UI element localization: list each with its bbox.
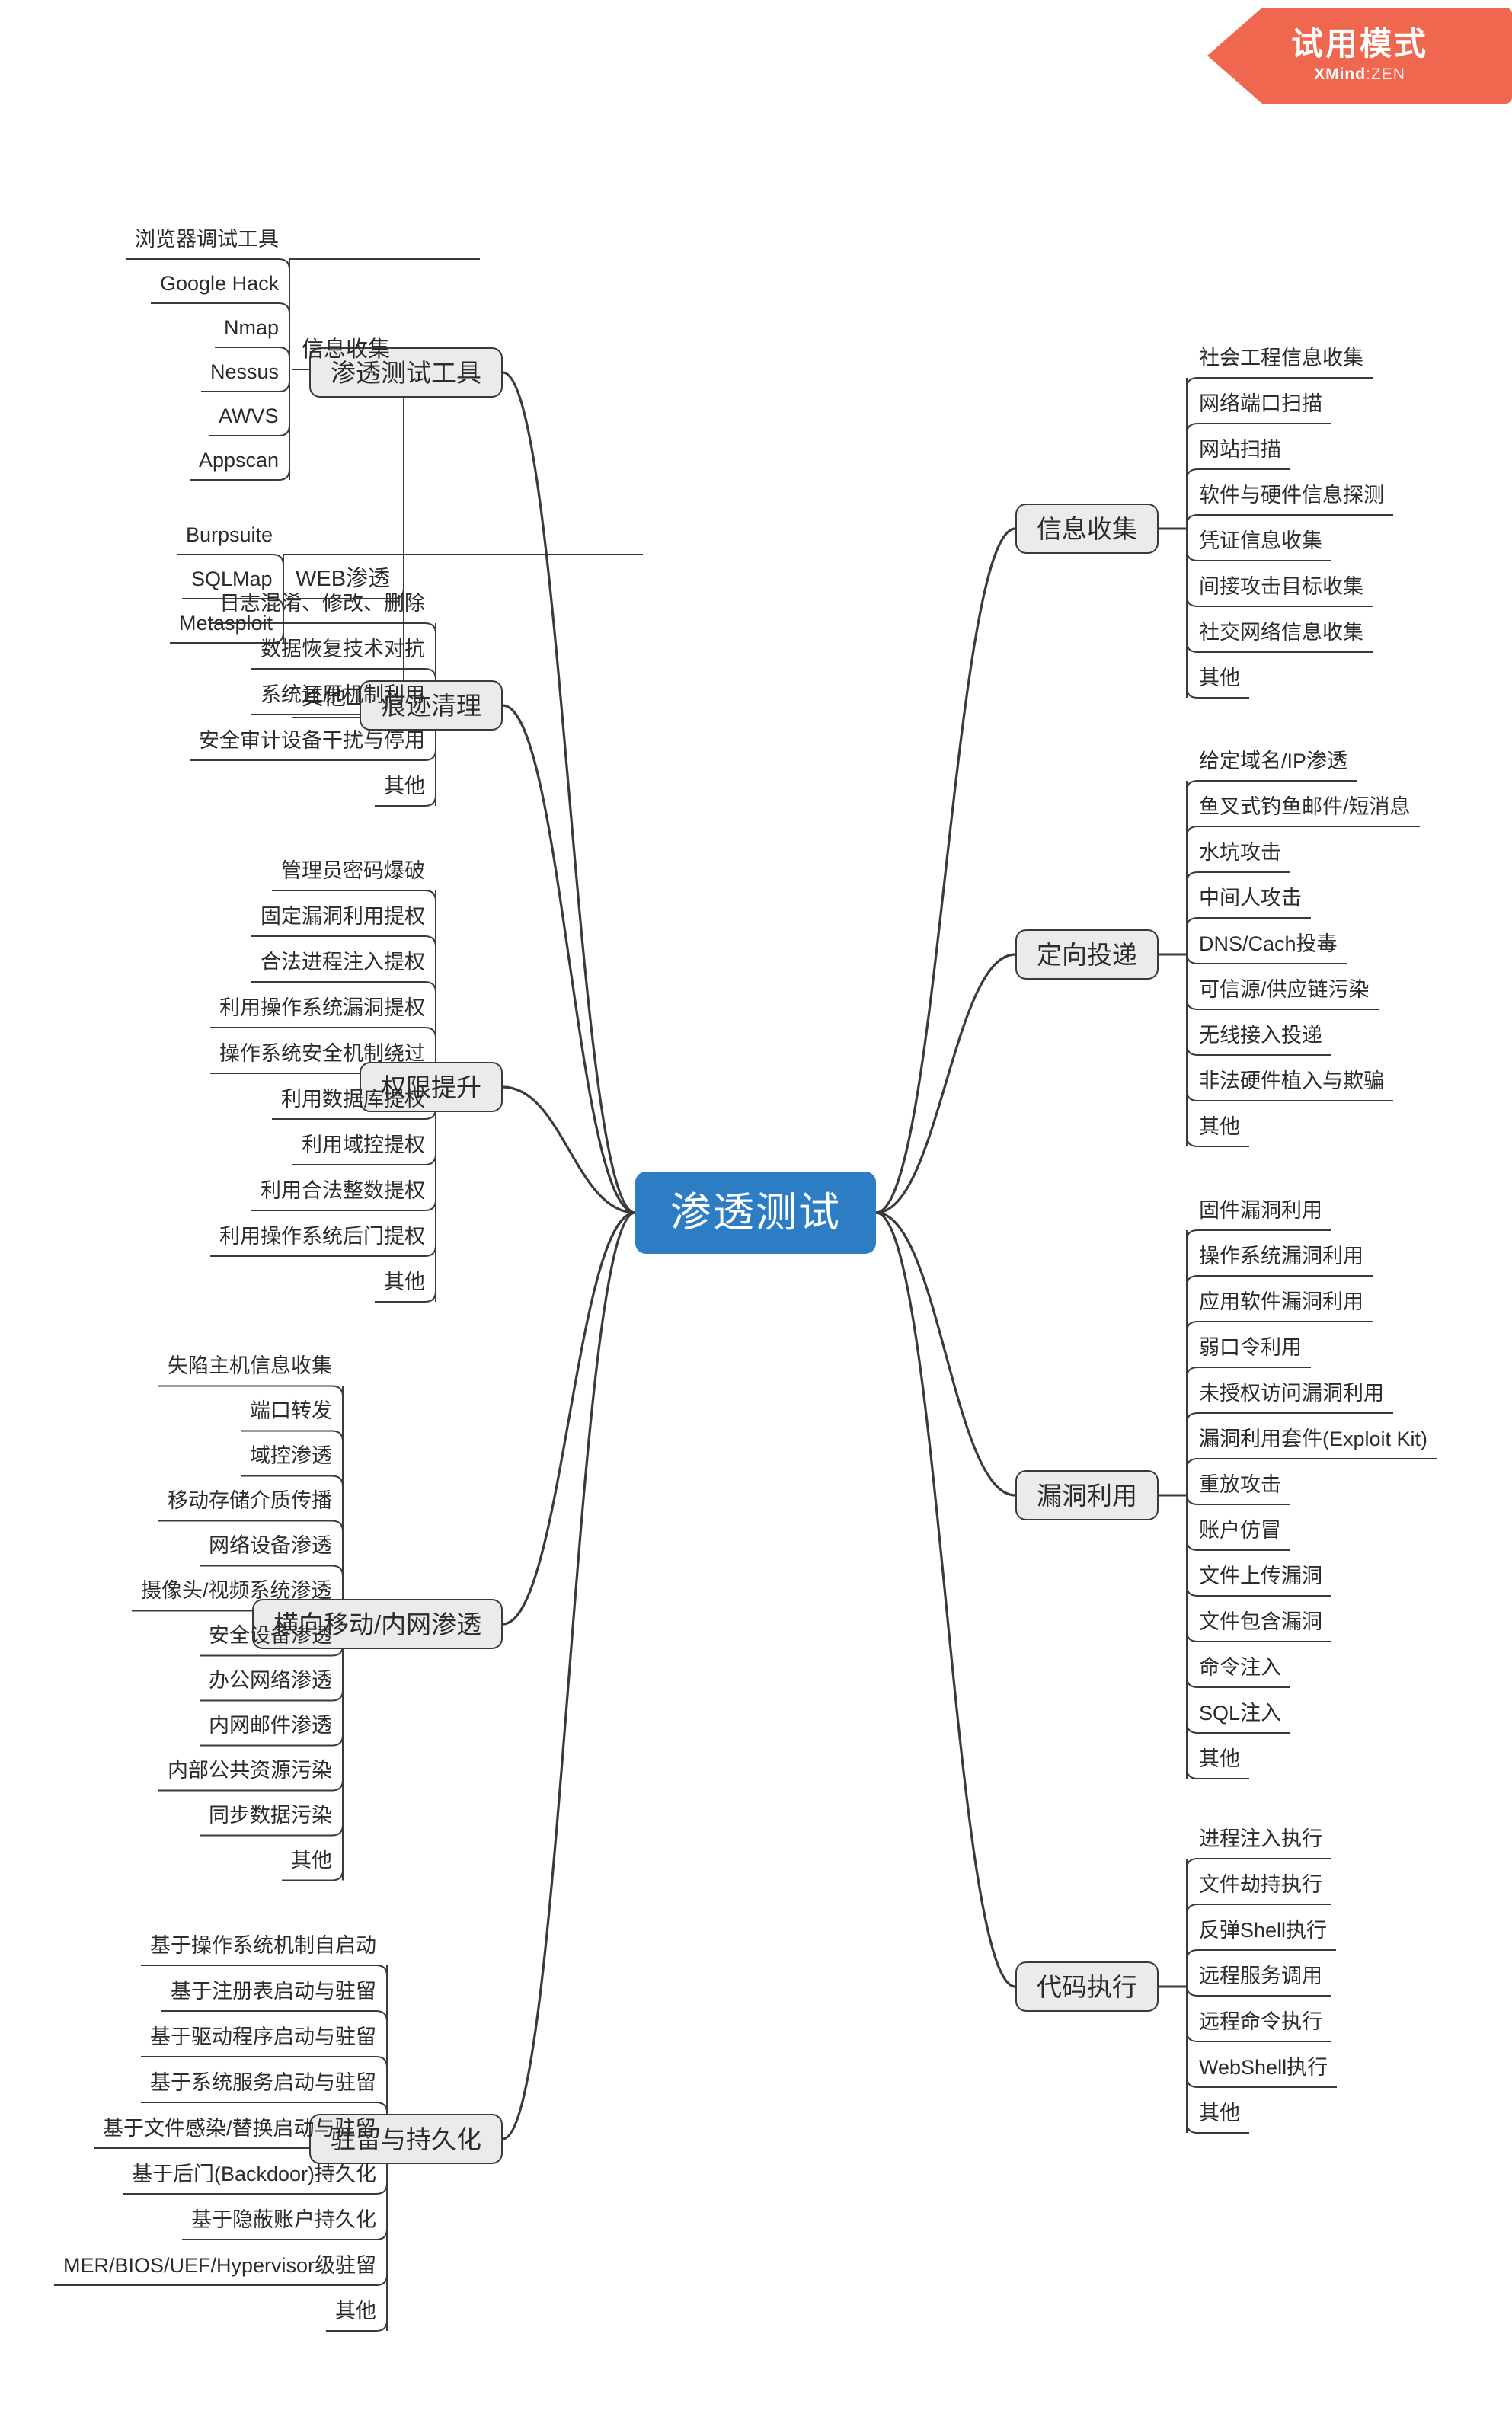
leaf-node[interactable]: 基于隐蔽账户持久化	[185, 2202, 382, 2237]
leaf-node[interactable]: 凭证信息收集	[1193, 523, 1328, 558]
leaf-node[interactable]: Burpsuite	[180, 517, 279, 552]
trial-mode-badge: 试用模式 XMind:ZEN	[1207, 8, 1512, 104]
leaf-node[interactable]: 内部公共资源污染	[161, 1754, 338, 1789]
leaf-node[interactable]: 基于注册表启动与驻留	[165, 1974, 382, 2009]
leaf-node[interactable]: 其他	[378, 769, 431, 804]
leaf-node[interactable]: 基于驱动程序启动与驻留	[144, 2019, 382, 2054]
leaf-node[interactable]: 固定漏洞利用提权	[254, 899, 431, 934]
leaf-node[interactable]: 漏洞利用套件(Exploit Kit)	[1193, 1421, 1434, 1456]
leaf-node[interactable]: 摄像头/视频系统渗透	[135, 1574, 338, 1609]
leaf-node[interactable]: 无线接入投递	[1193, 1018, 1328, 1053]
leaf-node[interactable]: 基于文件感染/替换启动与驻留	[97, 2111, 382, 2146]
brand-xmind: XMind	[1314, 66, 1367, 84]
leaf-node[interactable]: 文件劫持执行	[1193, 1867, 1328, 1902]
leaf-node[interactable]: 利用域控提权	[296, 1127, 431, 1162]
leaf-node[interactable]: Appscan	[193, 443, 285, 478]
leaf-node[interactable]: 中间人攻击	[1193, 881, 1308, 916]
leaf-node[interactable]: 进程注入执行	[1193, 1821, 1328, 1856]
trial-mode-brand: XMind:ZEN	[1314, 66, 1405, 84]
leaf-node[interactable]: 鱼叉式钓鱼邮件/短消息	[1193, 789, 1417, 824]
leaf-node[interactable]: 固件漏洞利用	[1193, 1193, 1328, 1228]
leaf-node[interactable]: 办公网络渗透	[203, 1664, 338, 1699]
leaf-node[interactable]: 重放攻击	[1193, 1467, 1287, 1502]
leaf-node[interactable]: 内网邮件渗透	[203, 1709, 338, 1744]
leaf-node[interactable]: 浏览器调试工具	[129, 222, 285, 257]
leaf-node[interactable]: 网络设备渗透	[203, 1529, 338, 1564]
leaf-node[interactable]: 其他	[285, 1843, 338, 1878]
leaf-node[interactable]: 弱口令利用	[1193, 1330, 1308, 1365]
leaf-node[interactable]: 管理员密码爆破	[275, 853, 431, 888]
leaf-node[interactable]: 安全设备渗透	[203, 1619, 338, 1654]
leaf-node[interactable]: 安全审计设备干扰与停用	[193, 723, 431, 758]
leaf-node[interactable]: 基于后门(Backdoor)持久化	[126, 2156, 382, 2192]
leaf-node[interactable]: 其他	[1193, 2096, 1246, 2131]
leaf-node[interactable]: 社会工程信息收集	[1193, 340, 1370, 376]
leaf-node[interactable]: 社交网络信息收集	[1193, 615, 1370, 650]
leaf-node[interactable]: Nessus	[204, 354, 285, 389]
leaf-node[interactable]: 应用软件漏洞利用	[1193, 1284, 1370, 1319]
leaf-node[interactable]: 日志混淆、修改、删除	[213, 586, 431, 621]
leaf-node[interactable]: 端口转发	[244, 1394, 338, 1429]
leaf-node[interactable]: 给定域名/IP渗透	[1193, 743, 1354, 778]
leaf-node[interactable]: DNS/Cach投毒	[1193, 926, 1344, 961]
leaf-node[interactable]: 远程命令执行	[1193, 2004, 1328, 2039]
leaf-node[interactable]: 间接攻击目标收集	[1193, 569, 1370, 604]
leaf-node[interactable]: 其他	[329, 2294, 382, 2329]
leaf-node[interactable]: 利用操作系统后门提权	[213, 1219, 431, 1254]
leaf-node[interactable]: 其他	[1193, 660, 1246, 695]
leaf-node[interactable]: 文件包含漏洞	[1193, 1604, 1328, 1639]
leaf-node[interactable]: 未授权访问漏洞利用	[1193, 1376, 1390, 1411]
leaf-node[interactable]: 系统还原机制利用	[254, 677, 431, 712]
leaf-node[interactable]: 远程服务调用	[1193, 1958, 1328, 1993]
branch-node-info-gathering[interactable]: 信息收集	[1015, 504, 1159, 554]
leaf-node[interactable]: 水坑攻击	[1193, 835, 1287, 870]
leaf-node[interactable]: Nmap	[218, 310, 285, 345]
leaf-node[interactable]: 操作系统漏洞利用	[1193, 1239, 1370, 1274]
leaf-node[interactable]: 利用合法整数提权	[254, 1173, 431, 1208]
leaf-node[interactable]: 账户仿冒	[1193, 1513, 1287, 1548]
leaf-node[interactable]: 利用操作系统漏洞提权	[213, 990, 431, 1025]
leaf-node[interactable]: 命令注入	[1193, 1650, 1287, 1685]
leaf-node[interactable]: Google Hack	[154, 266, 285, 301]
branch-node-targeted-delivery[interactable]: 定向投递	[1015, 929, 1159, 980]
leaf-node[interactable]: 网络端口扫描	[1193, 386, 1328, 421]
leaf-node[interactable]: WebShell执行	[1193, 2050, 1334, 2085]
subgroup-node[interactable]: 信息收集	[296, 332, 396, 367]
leaf-node[interactable]: MER/BIOS/UEF/Hypervisor级驻留	[57, 2248, 382, 2283]
root-node[interactable]: 渗透测试	[635, 1172, 876, 1254]
mindmap-canvas: 试用模式 XMind:ZEN 渗透测试 渗透测试工具 信息收集 浏览器调试工具 Goog…	[0, 0, 1512, 2417]
trial-mode-title: 试用模式	[1290, 25, 1428, 62]
leaf-node[interactable]: 失陷主机信息收集	[161, 1349, 338, 1384]
leaf-node[interactable]: 基于操作系统机制自启动	[144, 1928, 382, 1963]
leaf-node[interactable]: 其他	[378, 1264, 431, 1300]
leaf-node[interactable]: SQL注入	[1193, 1696, 1287, 1731]
leaf-node[interactable]: 网站扫描	[1193, 432, 1287, 467]
leaf-node[interactable]: 域控渗透	[244, 1439, 338, 1474]
leaf-node[interactable]: 反弹Shell执行	[1193, 1913, 1333, 1948]
leaf-node[interactable]: 可信源/供应链污染	[1193, 972, 1376, 1007]
leaf-node[interactable]: 同步数据污染	[203, 1798, 338, 1834]
leaf-node[interactable]: AWVS	[213, 398, 285, 433]
leaf-node[interactable]: 数据恢复技术对抗	[254, 631, 431, 667]
leaf-node[interactable]: 非法硬件植入与欺骗	[1193, 1063, 1390, 1098]
leaf-node[interactable]: 利用数据库提权	[275, 1082, 431, 1117]
branch-node-code-execution[interactable]: 代码执行	[1015, 1961, 1159, 2012]
leaf-node[interactable]: 其他	[1193, 1741, 1246, 1776]
leaf-node[interactable]: 软件与硬件信息探测	[1193, 478, 1390, 513]
leaf-node[interactable]: 基于系统服务启动与驻留	[144, 2065, 382, 2100]
leaf-node[interactable]: 操作系统安全机制绕过	[213, 1036, 431, 1071]
leaf-node[interactable]: 合法进程注入提权	[254, 945, 431, 980]
leaf-node[interactable]: 其他	[1193, 1109, 1246, 1144]
branch-node-exploitation[interactable]: 漏洞利用	[1015, 1470, 1159, 1520]
leaf-node[interactable]: 移动存储介质传播	[161, 1484, 338, 1519]
brand-zen: :ZEN	[1366, 66, 1405, 84]
leaf-node[interactable]: 文件上传漏洞	[1193, 1559, 1328, 1594]
